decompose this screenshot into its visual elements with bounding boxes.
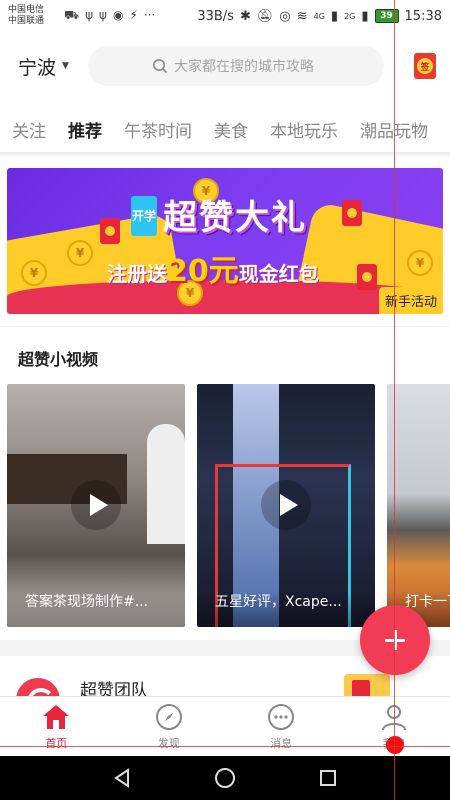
signin-icon: 签 [417, 58, 433, 74]
network-label-2: 2G [344, 11, 356, 21]
banner-tag: 开学 [131, 196, 157, 236]
carrier-1: 中国电信 [8, 5, 45, 15]
top-header: 宁波 ▼ 大家都在搜的城市攻略 签 [0, 40, 450, 92]
nav-discover-label: 发现 [157, 737, 180, 750]
notification-dot [386, 736, 404, 754]
mute-icon: 🔕︎ [256, 8, 274, 24]
video-card[interactable]: 答案茶现场制作#... [7, 384, 185, 627]
signin-button[interactable]: 签 [414, 53, 436, 79]
red-envelope-icon [100, 218, 120, 244]
coin-icon: ¥ [21, 260, 47, 286]
notification-icons: ⛟ ψ ψ ◉ ⚡ ··· [64, 8, 155, 24]
more-icon: ··· [143, 8, 156, 22]
red-envelope-icon [342, 200, 362, 226]
video-caption: 答案茶现场制作#... [7, 591, 185, 627]
carrier-2: 中国联通 [8, 16, 45, 26]
app-icon: ⚡ [129, 8, 138, 22]
video-card[interactable]: 五星好评，Xcape... [197, 384, 375, 627]
tabs-shadow [0, 152, 450, 158]
city-name: 宁波 [18, 56, 57, 79]
tab-afternoon-tea[interactable]: 午茶时间 [124, 117, 192, 142]
carrier-info: 中国电信 中国联通 [8, 5, 60, 27]
search-bar[interactable]: 大家都在搜的城市攻略 [88, 46, 384, 86]
search-icon [153, 59, 168, 74]
play-icon[interactable] [261, 479, 311, 530]
red-envelope-icon [357, 264, 377, 290]
caret-down-icon: ▼ [62, 61, 69, 71]
truck-icon: ⛟ [64, 8, 80, 22]
nav-home[interactable]: 首页 [0, 697, 113, 756]
add-post-button[interactable] [360, 605, 430, 675]
bluetooth-icon: ✱ [239, 8, 251, 24]
back-icon[interactable] [111, 767, 133, 789]
usb-icon: ψ [85, 8, 94, 22]
coin-icon: ¥ [407, 250, 433, 276]
newbie-badge: 新手活动 [378, 287, 443, 314]
video-card[interactable]: 打卡一下 [387, 384, 450, 627]
guide-line [394, 0, 395, 800]
tab-recommend[interactable]: 推荐 [68, 117, 102, 142]
coin-icon: ¥ [67, 240, 93, 266]
signal-icon: ▮ [330, 8, 339, 24]
usb-icon: ψ [99, 8, 107, 22]
video-caption: 五星好评，Xcape... [197, 591, 375, 627]
signal-icon: ▮ [361, 8, 369, 24]
network-label: 4G [313, 11, 325, 21]
system-nav-bar [0, 756, 450, 800]
divider [0, 326, 450, 327]
network-speed: 33B/s [197, 8, 234, 24]
tab-local-fun[interactable]: 本地玩乐 [270, 117, 338, 142]
play-icon[interactable] [71, 479, 121, 530]
clock: 15:38 [404, 8, 442, 24]
home-button-icon[interactable] [214, 767, 236, 789]
guide-line [0, 746, 450, 747]
category-tabs: 关注 推荐 午茶时间 美食 本地玩乐 潮品玩物 [0, 108, 450, 150]
promo-banner[interactable]: ¥ ¥ ¥ ¥ ¥ 开学 超赞大礼 注册送20元现金红包 新手活动 [7, 168, 443, 314]
weibo-icon: ◉ [112, 8, 124, 22]
status-right: 33B/s ✱ 🔕︎ ◎ ≋ 4G ▮ 2G ▮ 39 15:38 [197, 9, 442, 24]
nav-home-label: 首页 [45, 737, 68, 750]
wifi-icon: ≋ [296, 8, 308, 24]
search-placeholder: 大家都在搜的城市攻略 [174, 59, 314, 75]
status-bar: 中国电信 中国联通 ⛟ ψ ψ ◉ ⚡ ··· 33B/s ✱ 🔕︎ ◎ ≋ 4… [0, 0, 450, 32]
message-icon [266, 702, 296, 732]
nav-discover[interactable]: 发现 [113, 697, 226, 756]
banner-subtitle: 注册送20元现金红包 [107, 254, 319, 289]
home-icon [41, 702, 71, 732]
bottom-nav: 首页 发现 消息 我的 [0, 696, 450, 756]
city-selector[interactable]: 宁波 ▼ [18, 53, 88, 80]
banner-title: 超赞大礼 [163, 198, 307, 238]
video-carousel[interactable]: 答案茶现场制作#... 五星好评，Xcape... 打卡一下 [7, 384, 450, 628]
compass-icon [154, 702, 184, 732]
tab-food[interactable]: 美食 [214, 117, 248, 142]
eye-icon: ◎ [279, 8, 291, 24]
section-title: 超赞小视频 [18, 350, 99, 369]
nav-messages[interactable]: 消息 [225, 697, 338, 756]
recents-icon[interactable] [317, 767, 339, 789]
tab-follow[interactable]: 关注 [12, 117, 46, 142]
nav-messages-label: 消息 [270, 737, 293, 750]
